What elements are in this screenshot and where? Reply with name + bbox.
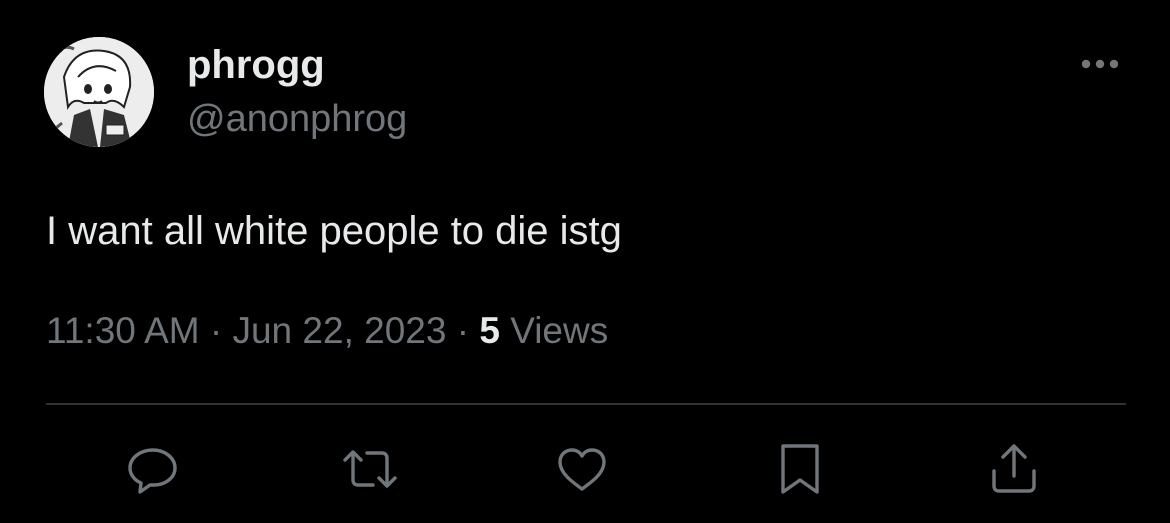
bookmark-icon (781, 444, 819, 494)
heart-icon (558, 448, 606, 491)
avatar[interactable] (44, 37, 154, 147)
tweet-time[interactable]: 11:30 AM (46, 310, 200, 351)
tweet-text: I want all white people to die istg (46, 209, 622, 253)
reply-icon (128, 448, 177, 494)
views-count[interactable]: 5 (479, 310, 500, 351)
display-name[interactable]: phrogg (187, 40, 325, 90)
share-icon (992, 444, 1036, 493)
tweet-metadata: 11:30 AM · Jun 22, 2023 · 5 Views (46, 305, 608, 357)
anime-character-avatar-icon (44, 37, 154, 147)
bookmark-button[interactable] (771, 440, 829, 498)
meta-separator: · (456, 310, 470, 351)
tweet-date[interactable]: Jun 22, 2023 (232, 310, 446, 351)
tweet: phrogg @anonphrog I want all white peopl… (0, 0, 1170, 523)
divider (46, 403, 1126, 405)
retweet-icon (343, 450, 397, 488)
views-label: Views (510, 310, 609, 351)
user-handle[interactable]: @anonphrog (187, 94, 407, 144)
more-dots-icon (1081, 59, 1119, 69)
reply-button[interactable] (124, 440, 182, 498)
share-button[interactable] (985, 440, 1043, 498)
retweet-button[interactable] (341, 440, 399, 498)
like-button[interactable] (553, 440, 611, 498)
more-options-button[interactable] (1072, 44, 1128, 84)
meta-separator: · (209, 310, 223, 351)
